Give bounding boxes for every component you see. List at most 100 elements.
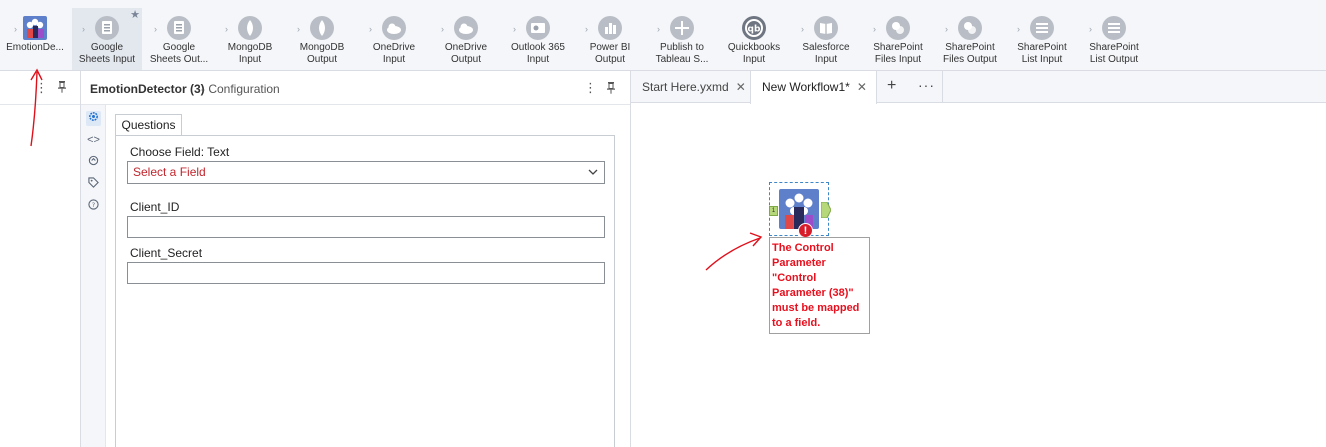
questions-tab-body: Choose Field: Text Select a Field Client… (115, 135, 615, 447)
tool-mongodb-output[interactable]: › MongoDB Output (287, 8, 357, 70)
more-tabs-icon[interactable]: ··· (918, 77, 935, 93)
google-sheets-input-icon (95, 16, 119, 40)
tool-label: Power BI Output (589, 42, 631, 65)
tab-start-here[interactable]: Start Here.yxmd ✕ (631, 71, 748, 103)
tool-power-bi-output[interactable]: › Power BI Output (575, 8, 645, 70)
tool-label: SharePoint List Output (1089, 42, 1139, 65)
onedrive-input-icon (382, 16, 406, 40)
sharepoint-files-output-icon (958, 16, 982, 40)
gear-icon[interactable] (86, 111, 101, 126)
close-icon[interactable]: ✕ (857, 80, 867, 94)
configuration-subtitle: - Configuration (201, 82, 280, 96)
emotion-detector-icon (779, 189, 819, 229)
outlook-365-input-icon (526, 16, 550, 40)
chevron-right-icon: › (82, 24, 85, 34)
kebab-menu-icon[interactable]: ⋮ (584, 80, 597, 96)
tool-label: Quickbooks Input (727, 42, 781, 65)
configuration-form: Questions Choose Field: Text Select a Fi… (115, 114, 615, 447)
mongodb-input-icon (238, 16, 262, 40)
svg-text:qb: qb (748, 25, 761, 35)
tool-emotion-detector[interactable]: › EmotionDe... (0, 8, 70, 70)
mongodb-output-icon (310, 16, 334, 40)
chevron-right-icon: › (945, 24, 948, 34)
tab-label: New Workflow1* (762, 80, 850, 94)
pin-icon[interactable] (606, 81, 616, 97)
chevron-right-icon: › (297, 24, 300, 34)
tool-label: OneDrive Input (372, 42, 416, 65)
close-icon[interactable]: ✕ (736, 80, 746, 94)
tool-label: MongoDB Output (299, 42, 345, 65)
favorite-star-icon[interactable]: ★ (130, 8, 140, 21)
tab-new-workflow[interactable]: New Workflow1* ✕ (750, 71, 877, 104)
tool-sharepoint-list-input[interactable]: › SharePoint List Input (1007, 8, 1077, 70)
pin-icon[interactable] (57, 80, 67, 96)
client-id-label: Client_ID (130, 200, 180, 214)
onedrive-output-icon (454, 16, 478, 40)
kebab-menu-icon[interactable]: ⋮ (35, 80, 48, 96)
tool-google-sheets-output[interactable]: › Google Sheets Out... (144, 8, 214, 70)
tool-sharepoint-files-output[interactable]: › SharePoint Files Output (935, 8, 1005, 70)
tool-mongodb-input[interactable]: › MongoDB Input (215, 8, 285, 70)
chevron-right-icon: › (801, 24, 804, 34)
chevron-right-icon: › (369, 24, 372, 34)
tag-icon[interactable] (86, 177, 101, 192)
tool-onedrive-input[interactable]: › OneDrive Input (359, 8, 429, 70)
quickbooks-input-icon: qb (742, 16, 766, 40)
tool-outlook-365-input[interactable]: › Outlook 365 Input (503, 8, 573, 70)
chevron-right-icon: › (585, 24, 588, 34)
help-icon[interactable]: ? (86, 199, 101, 214)
client-secret-input[interactable] (127, 262, 605, 284)
chevron-right-icon: › (14, 24, 17, 34)
tool-sharepoint-files-input[interactable]: › SharePoint Files Input (863, 8, 933, 70)
emotion-detector-node[interactable]: 1 ! (769, 182, 831, 238)
tool-salesforce-input[interactable]: › Salesforce Input (791, 8, 861, 70)
add-tab-icon[interactable]: + (887, 77, 896, 95)
tool-google-sheets-input[interactable]: › ★ Google Sheets Input (72, 8, 142, 70)
chevron-down-icon (588, 162, 598, 191)
tool-label: Google Sheets Input (78, 42, 136, 65)
chevron-right-icon: › (1017, 24, 1020, 34)
sharepoint-list-output-icon (1102, 16, 1126, 40)
tab-divider (942, 71, 943, 103)
input-anchor[interactable]: 1 (769, 206, 778, 216)
tool-label: OneDrive Output (444, 42, 488, 65)
tool-onedrive-output[interactable]: › OneDrive Output (431, 8, 501, 70)
tool-sharepoint-list-output[interactable]: › SharePoint List Output (1079, 8, 1149, 70)
tool-quickbooks-input[interactable]: qb Quickbooks Input (719, 8, 789, 70)
choose-field-label: Choose Field: Text (130, 145, 230, 159)
code-brackets-icon[interactable]: <> (86, 133, 101, 148)
sharepoint-files-input-icon (886, 16, 910, 40)
workflow-tabs-bar: Start Here.yxmd ✕ New Workflow1* ✕ + ··· (631, 71, 1326, 104)
tool-label: EmotionDe... (6, 42, 64, 53)
left-sidebar-header: ⋮ (0, 71, 80, 105)
publish-tableau-icon (670, 16, 694, 40)
left-sidebar: ⋮ (0, 71, 81, 447)
client-id-input[interactable] (127, 216, 605, 238)
configuration-panel: EmotionDetector (3) - Configuration ⋮ <>… (81, 71, 631, 447)
client-secret-label: Client_Secret (130, 246, 203, 260)
refresh-icon[interactable] (86, 155, 101, 170)
chevron-right-icon: › (225, 24, 228, 34)
output-anchor[interactable] (821, 202, 831, 218)
tool-label: Publish to Tableau S... (655, 42, 709, 65)
tool-label: Outlook 365 Input (511, 42, 565, 65)
sharepoint-list-input-icon (1030, 16, 1054, 40)
svg-text:?: ? (92, 201, 95, 209)
power-bi-output-icon (598, 16, 622, 40)
google-sheets-output-icon (167, 16, 191, 40)
tab-label: Start Here.yxmd (642, 80, 729, 94)
workflow-canvas-area: Start Here.yxmd ✕ New Workflow1* ✕ + ··· 1… (631, 71, 1326, 447)
chevron-right-icon: › (154, 24, 157, 34)
tool-label: SharePoint Files Input (873, 42, 923, 65)
tool-label: SharePoint Files Output (943, 42, 997, 65)
chevron-right-icon: › (657, 24, 660, 34)
chevron-right-icon: › (1089, 24, 1092, 34)
choose-field-select[interactable]: Select a Field (127, 161, 605, 184)
chevron-right-icon: › (441, 24, 444, 34)
tab-questions[interactable]: Questions (115, 114, 182, 136)
tool-label: Salesforce Input (802, 42, 850, 65)
tool-publish-tableau[interactable]: › Publish to Tableau S... (647, 8, 717, 70)
tool-label: Google Sheets Out... (149, 42, 209, 65)
chevron-right-icon: › (513, 24, 516, 34)
chevron-right-icon: › (873, 24, 876, 34)
